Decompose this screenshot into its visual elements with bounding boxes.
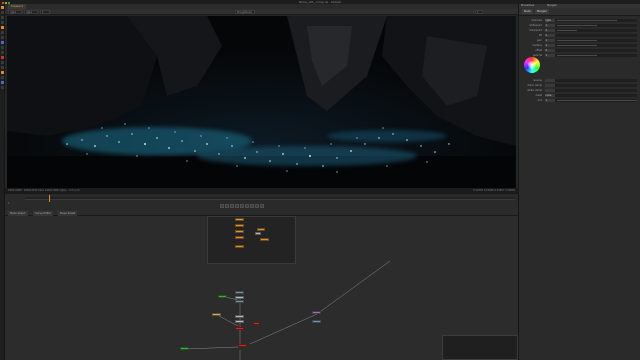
tab-node[interactable]: Node xyxy=(522,9,533,14)
zoom-dropdown[interactable]: 1 xyxy=(40,10,50,14)
property-value-field[interactable] xyxy=(545,84,555,87)
channel-dropdown[interactable]: rgba xyxy=(24,10,38,14)
viewer-controls: rgba rgba 1 MergeNode 1 xyxy=(5,9,518,15)
other-tool-icon[interactable] xyxy=(1,76,4,79)
colorcorrect-node[interactable] xyxy=(235,230,244,233)
transport-controls xyxy=(220,204,265,208)
tab-merge2[interactable]: Merge2 xyxy=(535,9,549,14)
dot-node[interactable] xyxy=(255,232,261,235)
play-back-icon[interactable] xyxy=(235,204,239,208)
property-track[interactable] xyxy=(545,79,637,82)
filter-tool-icon[interactable] xyxy=(1,31,4,34)
property-row: mix 1 xyxy=(519,98,640,103)
property-value-field[interactable]: 1 xyxy=(545,24,555,27)
plugins-tool-icon[interactable] xyxy=(1,86,4,89)
property-value-field[interactable]: 1 xyxy=(545,44,555,47)
property-value-field[interactable] xyxy=(545,79,555,82)
copy-node[interactable] xyxy=(235,296,244,299)
channel-tool-icon[interactable] xyxy=(1,21,4,24)
property-track[interactable] xyxy=(545,84,637,87)
views-tool-icon[interactable] xyxy=(1,56,4,59)
read-node[interactable] xyxy=(235,218,244,221)
property-slider[interactable] xyxy=(557,40,597,41)
node-graph[interactable] xyxy=(5,216,518,360)
property-value-field[interactable]: rgba xyxy=(545,19,555,22)
property-label: mix xyxy=(537,99,542,102)
grade-node[interactable] xyxy=(235,224,244,227)
viewer-node[interactable] xyxy=(253,322,260,325)
blur-node[interactable] xyxy=(235,236,244,239)
property-track[interactable] xyxy=(545,89,637,92)
backdrop-node[interactable] xyxy=(207,216,296,264)
property-slider[interactable] xyxy=(557,30,577,31)
property-value-field[interactable]: 1 xyxy=(545,99,555,102)
properties-tabs: Node Merge2 xyxy=(519,8,640,16)
next-frame-icon[interactable] xyxy=(250,204,254,208)
reformat-node[interactable] xyxy=(235,320,244,323)
layer-dropdown[interactable]: rgba xyxy=(8,10,22,14)
property-track[interactable] xyxy=(545,34,637,37)
prev-frame-icon[interactable] xyxy=(230,204,234,208)
playhead[interactable] xyxy=(49,195,50,202)
property-slider[interactable] xyxy=(557,55,597,56)
node-tab-bar: Node Graph Curve Editor Dope Sheet xyxy=(5,209,518,216)
property-track[interactable] xyxy=(545,94,637,97)
prev-key-icon[interactable] xyxy=(225,204,229,208)
furnace-tool-icon[interactable] xyxy=(1,81,4,84)
color-wheel[interactable] xyxy=(524,57,540,73)
property-track[interactable] xyxy=(545,49,637,52)
frame-field[interactable]: 1 xyxy=(475,10,483,14)
property-value-field[interactable]: 0 xyxy=(545,34,555,37)
write-node[interactable] xyxy=(235,327,244,330)
timeline-ruler[interactable] xyxy=(25,197,515,200)
property-value-field[interactable]: none xyxy=(545,94,555,97)
node-graph-minimap[interactable] xyxy=(442,335,518,360)
property-slider[interactable] xyxy=(557,45,597,46)
property-row: gamma 1 xyxy=(519,53,640,58)
roto-node[interactable] xyxy=(257,228,265,231)
merge-node[interactable] xyxy=(235,245,244,248)
toolsets-icon[interactable] xyxy=(1,71,4,74)
stop-icon[interactable] xyxy=(240,204,244,208)
time-tool-icon[interactable] xyxy=(1,16,4,19)
particles-tool-icon[interactable] xyxy=(1,66,4,69)
play-icon[interactable] xyxy=(245,204,249,208)
property-value-field[interactable] xyxy=(545,89,555,92)
premult-node[interactable] xyxy=(235,300,244,303)
properties-panel: Properties Merge2 Node Merge2 channels rg… xyxy=(518,4,640,360)
next-key-icon[interactable] xyxy=(255,204,259,208)
draw-tool-icon[interactable] xyxy=(1,11,4,14)
first-frame-icon[interactable] xyxy=(220,204,224,208)
viewer-canvas[interactable] xyxy=(7,16,516,188)
property-slider[interactable] xyxy=(557,100,637,101)
merge-tool-icon[interactable] xyxy=(1,41,4,44)
noise-node[interactable] xyxy=(212,313,221,316)
output-node[interactable] xyxy=(238,344,247,347)
input-dropdown[interactable]: MergeNode xyxy=(235,10,255,14)
last-frame-icon[interactable] xyxy=(260,204,264,208)
property-value-field[interactable]: 1 xyxy=(545,39,555,42)
color-tool-icon[interactable] xyxy=(1,26,4,29)
remove-node[interactable] xyxy=(312,320,321,323)
image-tool-icon[interactable] xyxy=(1,6,4,9)
property-value-field[interactable]: 0 xyxy=(545,29,555,32)
frame-label: 1 xyxy=(8,202,10,205)
shuffle-node[interactable] xyxy=(235,291,244,294)
viewer-image xyxy=(7,16,516,188)
metadata-tool-icon[interactable] xyxy=(1,61,4,64)
transform-tool-icon[interactable] xyxy=(1,46,4,49)
timeline[interactable]: 1 xyxy=(5,193,518,209)
transform-node[interactable] xyxy=(260,238,269,241)
property-value-field[interactable]: 1 xyxy=(545,54,555,57)
property-slider[interactable] xyxy=(557,25,597,26)
keyer-tool-icon[interactable] xyxy=(1,36,4,39)
crop-node[interactable] xyxy=(235,315,244,318)
switch-node[interactable] xyxy=(312,311,321,314)
checkerboard-node[interactable] xyxy=(180,347,189,350)
property-value-field[interactable]: 0 xyxy=(545,49,555,52)
constant-node[interactable] xyxy=(218,295,227,298)
3d-tool-icon[interactable] xyxy=(1,51,4,54)
property-slider[interactable] xyxy=(557,20,617,21)
